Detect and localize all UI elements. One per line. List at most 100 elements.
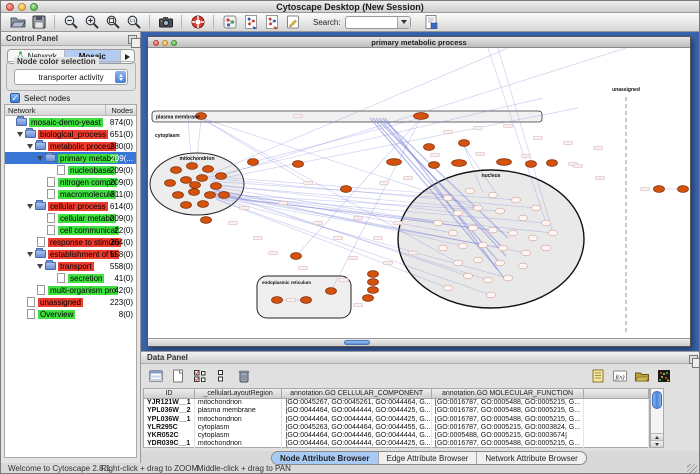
gene-node[interactable] — [486, 292, 495, 298]
create-network-icon[interactable] — [242, 14, 259, 31]
gene-node[interactable] — [518, 263, 527, 269]
tree-row[interactable]: cellular metabo209(0) — [5, 212, 136, 224]
table-cell[interactable]: plasma membrane — [195, 407, 283, 415]
table-row[interactable]: YDR039C__1mitochondrion[GO:0044464, GO:0… — [144, 440, 649, 448]
table-cell[interactable] — [584, 399, 649, 407]
gene-node-highlighted[interactable] — [368, 279, 379, 286]
gene-node-highlighted[interactable] — [368, 271, 379, 278]
gene-node-highlighted[interactable] — [216, 173, 227, 180]
gene-node[interactable] — [495, 208, 504, 214]
import-attributes-icon[interactable] — [633, 367, 650, 384]
gene-node-highlighted[interactable] — [424, 144, 435, 151]
gene-node[interactable] — [531, 205, 540, 211]
table-cell[interactable]: cytoplasm — [195, 432, 283, 440]
node-color-dropdown[interactable]: transporter activity — [14, 69, 128, 85]
tree-row[interactable]: response to stimulu264(0) — [5, 236, 136, 248]
table-cell[interactable]: [GO:0016787, GO:0005488, GO:0005215, G..… — [432, 407, 584, 415]
gene-node[interactable] — [498, 245, 507, 251]
column-header-empty[interactable] — [584, 389, 649, 399]
tree-col-nodes[interactable]: Nodes — [111, 106, 133, 115]
scrollbar-thumb[interactable] — [652, 391, 662, 409]
matrix-icon[interactable] — [655, 367, 672, 384]
table-cell[interactable]: YJR121W__1 — [144, 399, 195, 407]
tree-row[interactable]: mosaic-demo-yeast874(0) — [5, 116, 136, 128]
gene-node-highlighted[interactable] — [190, 182, 201, 189]
table-cell[interactable]: [GO:0044464, GO:0044444, GO:0044425, G..… — [282, 407, 431, 415]
gene-node-highlighted[interactable] — [414, 113, 429, 120]
gene-node-highlighted[interactable] — [198, 201, 209, 208]
unselect-attributes-icon[interactable] — [213, 367, 230, 384]
select-nodes-checkbox[interactable]: ✓ — [10, 93, 20, 103]
network-graph[interactable]: plasma membranecytoplasmmitochondrionnuc… — [148, 48, 690, 338]
gene-node-highlighted[interactable] — [197, 175, 208, 182]
tree-row[interactable]: secretion41(0) — [5, 272, 136, 284]
table-cell[interactable]: YPL036W__1 — [144, 416, 195, 424]
search-dropdown-arrow[interactable] — [397, 17, 410, 28]
tree-row[interactable]: macromolecule311(0) — [5, 188, 136, 200]
table-cell[interactable]: YKR052C — [144, 432, 195, 440]
scrollbar-thumb[interactable] — [344, 340, 370, 345]
tree-row[interactable]: cellular process614(0) — [5, 200, 136, 212]
gene-node-highlighted[interactable] — [187, 163, 198, 170]
scroll-up-button[interactable] — [651, 433, 663, 440]
gene-node[interactable] — [541, 245, 550, 251]
scroll-down-button[interactable] — [651, 440, 663, 447]
gene-node[interactable] — [503, 275, 512, 281]
expander-icon[interactable] — [37, 264, 43, 269]
gene-node[interactable] — [528, 235, 537, 241]
table-cell[interactable]: [GO:0016787, GO:0005215, GO:0003824, G..… — [432, 424, 584, 432]
tree-row[interactable]: establishment of lo558(0) — [5, 248, 136, 260]
table-cell[interactable]: [GO:0016787, GO:0005488, GO:0005215, G..… — [432, 399, 584, 407]
table-cell[interactable]: YLR295C — [144, 424, 195, 432]
zoom-out-icon[interactable] — [62, 14, 79, 31]
gene-node-highlighted[interactable] — [189, 189, 200, 196]
gene-node[interactable] — [508, 230, 517, 236]
vizmapper-icon[interactable] — [221, 14, 238, 31]
expander-icon[interactable] — [37, 156, 43, 161]
tree-row[interactable]: biological_process651(0) — [5, 128, 136, 140]
gene-node-highlighted[interactable] — [654, 186, 665, 193]
expander-icon[interactable] — [27, 252, 33, 257]
zoom-in-icon[interactable] — [83, 14, 100, 31]
gene-node-highlighted[interactable] — [301, 297, 312, 304]
attribute-editor-icon[interactable] — [589, 367, 606, 384]
table-cell[interactable]: mitochondrion — [195, 399, 283, 407]
gene-node-highlighted[interactable] — [387, 159, 402, 166]
table-vertical-scrollbar[interactable] — [650, 388, 664, 448]
gene-node-highlighted[interactable] — [326, 288, 337, 295]
table-cell[interactable]: YDR039C__1 — [144, 440, 195, 448]
zoom-selected-icon[interactable] — [104, 14, 121, 31]
table-row[interactable]: YPL036W__1mitochondrion[GO:0044464, GO:0… — [144, 416, 649, 424]
gene-node-highlighted[interactable] — [452, 160, 467, 167]
gene-node-highlighted[interactable] — [201, 217, 212, 224]
column-header[interactable]: _cellularLayoutRegion — [195, 389, 283, 399]
gene-node[interactable] — [521, 250, 530, 256]
expander-icon[interactable] — [27, 144, 33, 149]
search-input[interactable] — [345, 16, 411, 29]
annotation-icon[interactable] — [284, 14, 301, 31]
gene-node-highlighted[interactable] — [203, 166, 214, 173]
table-cell[interactable]: YPL036W__2 — [144, 407, 195, 415]
gene-node-highlighted[interactable] — [429, 162, 440, 169]
gene-node[interactable] — [478, 242, 487, 248]
float-panel-icon[interactable] — [689, 355, 698, 364]
table-cell[interactable]: [GO:0044464, GO:0044444, GO:0044425, G..… — [282, 416, 431, 424]
table-cell[interactable]: [GO:0016787, GO:0005488, GO:0005215, G..… — [432, 416, 584, 424]
table-cell[interactable] — [584, 407, 649, 415]
gene-node[interactable] — [495, 260, 504, 266]
table-cell[interactable]: [GO:0044464, GO:0044446, GO:0044444, G..… — [282, 432, 431, 440]
zoom-fit-icon[interactable]: 1:1 — [125, 14, 142, 31]
tree-row[interactable]: cell communicat22(0) — [5, 224, 136, 236]
destroy-network-icon[interactable] — [263, 14, 280, 31]
gene-node-highlighted[interactable] — [205, 192, 216, 199]
gene-node-highlighted[interactable] — [181, 202, 192, 209]
table-cell[interactable] — [584, 424, 649, 432]
gene-node[interactable] — [483, 277, 492, 283]
new-attribute-icon[interactable] — [169, 367, 186, 384]
gene-node-highlighted[interactable] — [459, 140, 470, 147]
network-window-titlebar[interactable]: primary metabolic process — [148, 37, 690, 48]
gene-node-highlighted[interactable] — [293, 161, 304, 168]
column-header[interactable]: annotation.GO MOLECULAR_FUNCTION — [432, 389, 584, 399]
delete-attribute-icon[interactable] — [235, 367, 252, 384]
gene-node[interactable] — [453, 260, 462, 266]
